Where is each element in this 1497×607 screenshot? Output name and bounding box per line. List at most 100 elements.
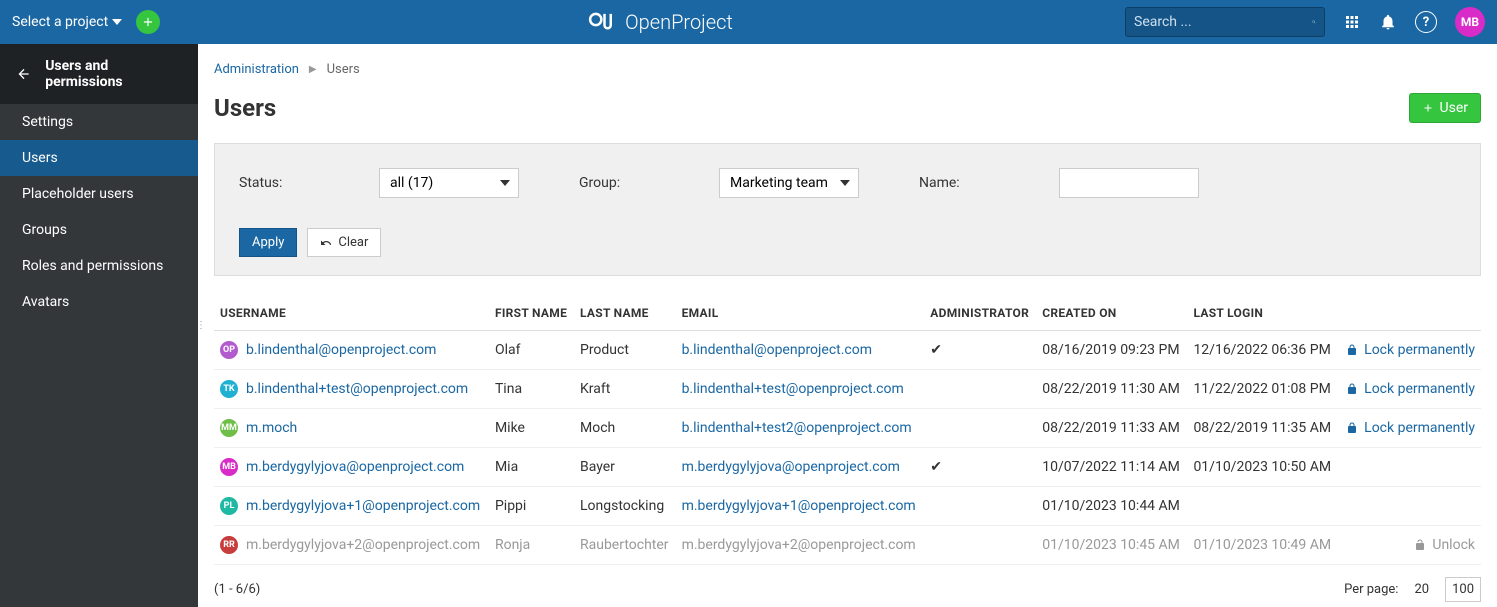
created-cell: 08/22/2019 11:30 AM	[1036, 370, 1187, 409]
col-first-name[interactable]: FIRST NAME	[489, 296, 574, 331]
username-link[interactable]: m.berdygylyjova+2@openproject.com	[246, 537, 480, 553]
sidebar-item-users[interactable]: Users	[0, 140, 198, 176]
sidebar-item-roles-and-permissions[interactable]: Roles and permissions	[0, 248, 198, 284]
logo-icon	[587, 7, 617, 37]
clear-label: Clear	[338, 235, 368, 250]
sidebar-resize-handle[interactable]: ⋮	[198, 306, 204, 346]
col-email[interactable]: EMAIL	[676, 296, 925, 331]
search-icon	[1312, 14, 1316, 30]
per-page-100[interactable]: 100	[1445, 577, 1481, 602]
table-row: RRm.berdygylyjova+2@openproject.comRonja…	[214, 526, 1481, 565]
chevron-down-icon	[112, 19, 122, 25]
lock-action[interactable]: Lock permanently	[1345, 342, 1475, 358]
table-row: MBm.berdygylyjova@openproject.comMiaBaye…	[214, 448, 1481, 487]
name-input[interactable]	[1059, 168, 1199, 198]
last-name-cell: Kraft	[574, 370, 676, 409]
first-name-cell: Tina	[489, 370, 574, 409]
new-user-label: User	[1440, 100, 1468, 116]
search-input[interactable]	[1134, 14, 1312, 30]
last-login-cell: 01/10/2023 10:50 AM	[1187, 448, 1338, 487]
pagination-range: (1 - 6/6)	[214, 582, 260, 597]
col-last-login[interactable]: LAST LOGIN	[1187, 296, 1338, 331]
filter-panel: Status: all (17) Group: Marketing team N…	[214, 143, 1481, 276]
group-select[interactable]: Marketing team	[719, 168, 859, 198]
sidebar-item-settings[interactable]: Settings	[0, 104, 198, 140]
col-admin[interactable]: ADMINISTRATOR	[924, 296, 1036, 331]
username-link[interactable]: m.moch	[246, 420, 297, 436]
search-box[interactable]	[1125, 7, 1325, 37]
bell-icon	[1379, 13, 1397, 31]
plus-icon	[141, 15, 155, 29]
admin-cell	[924, 487, 1036, 526]
username-link[interactable]: m.berdygylyjova@openproject.com	[246, 459, 464, 475]
admin-cell: ✔	[924, 331, 1036, 370]
email-link[interactable]: m.berdygylyjova+1@openproject.com	[682, 498, 916, 514]
lock-action[interactable]: Unlock	[1345, 537, 1475, 553]
main-content: Administration ▶ Users Users User Status…	[198, 44, 1497, 607]
username-link[interactable]: b.lindenthal@openproject.com	[246, 342, 436, 358]
row-avatar: OP	[220, 341, 238, 359]
email-link[interactable]: m.berdygylyjova@openproject.com	[682, 459, 900, 475]
help-button[interactable]: ?	[1415, 11, 1437, 33]
row-avatar: PL	[220, 497, 238, 515]
last-login-cell: 12/16/2022 06:36 PM	[1187, 331, 1338, 370]
plus-icon	[1422, 102, 1434, 114]
email-link[interactable]: m.berdygylyjova+2@openproject.com	[682, 537, 916, 553]
modules-button[interactable]	[1343, 13, 1361, 31]
created-cell: 08/22/2019 11:33 AM	[1036, 409, 1187, 448]
last-name-cell: Moch	[574, 409, 676, 448]
help-icon: ?	[1415, 11, 1437, 33]
lock-action[interactable]: Lock permanently	[1345, 381, 1475, 397]
status-select[interactable]: all (17)	[379, 168, 519, 198]
pagination: (1 - 6/6) Per page: 20 100	[214, 577, 1481, 602]
created-cell: 08/16/2019 09:23 PM	[1036, 331, 1187, 370]
first-name-cell: Olaf	[489, 331, 574, 370]
new-user-button[interactable]: User	[1409, 93, 1481, 123]
email-link[interactable]: b.lindenthal+test@openproject.com	[682, 381, 904, 397]
table-row: MMm.mochMikeMochb.lindenthal+test2@openp…	[214, 409, 1481, 448]
lock-action[interactable]: Lock permanently	[1345, 420, 1475, 436]
per-page-label: Per page:	[1344, 582, 1398, 597]
sidebar-item-placeholder-users[interactable]: Placeholder users	[0, 176, 198, 212]
row-avatar: RR	[220, 536, 238, 554]
first-name-cell: Mia	[489, 448, 574, 487]
last-login-cell: 08/22/2019 11:35 AM	[1187, 409, 1338, 448]
clear-button[interactable]: Clear	[307, 228, 381, 257]
sidebar-item-avatars[interactable]: Avatars	[0, 284, 198, 320]
col-created[interactable]: CREATED ON	[1036, 296, 1187, 331]
table-row: OPb.lindenthal@openproject.comOlafProduc…	[214, 331, 1481, 370]
project-selector[interactable]: Select a project	[12, 14, 122, 30]
breadcrumb-root[interactable]: Administration	[214, 62, 299, 77]
project-selector-label: Select a project	[12, 14, 108, 30]
admin-cell	[924, 409, 1036, 448]
user-avatar[interactable]: MB	[1455, 7, 1485, 37]
email-link[interactable]: b.lindenthal+test2@openproject.com	[682, 420, 912, 436]
per-page-20[interactable]: 20	[1408, 578, 1435, 601]
col-last-name[interactable]: LAST NAME	[574, 296, 676, 331]
sidebar-item-groups[interactable]: Groups	[0, 212, 198, 248]
admin-cell: ✔	[924, 448, 1036, 487]
notifications-button[interactable]	[1379, 13, 1397, 31]
logo: OpenProject	[587, 7, 733, 37]
breadcrumb: Administration ▶ Users	[214, 62, 1481, 77]
admin-cell	[924, 526, 1036, 565]
last-login-cell: 01/10/2023 10:49 AM	[1187, 526, 1338, 565]
last-login-cell: 11/22/2022 01:08 PM	[1187, 370, 1338, 409]
table-row: TKb.lindenthal+test@openproject.comTinaK…	[214, 370, 1481, 409]
name-label: Name:	[919, 175, 1039, 191]
sidebar: Users and permissions SettingsUsersPlace…	[0, 44, 198, 607]
col-username[interactable]: USERNAME	[214, 296, 489, 331]
page-title: Users	[214, 94, 276, 122]
back-arrow-icon[interactable]	[16, 66, 31, 82]
status-label: Status:	[239, 175, 359, 191]
last-name-cell: Bayer	[574, 448, 676, 487]
username-link[interactable]: b.lindenthal+test@openproject.com	[246, 381, 468, 397]
created-cell: 01/10/2023 10:45 AM	[1036, 526, 1187, 565]
apply-button[interactable]: Apply	[239, 228, 297, 257]
username-link[interactable]: m.berdygylyjova+1@openproject.com	[246, 498, 480, 514]
email-link[interactable]: b.lindenthal@openproject.com	[682, 342, 872, 358]
breadcrumb-separator-icon: ▶	[309, 64, 317, 75]
add-button[interactable]	[136, 10, 160, 34]
created-cell: 01/10/2023 10:44 AM	[1036, 487, 1187, 526]
row-avatar: MM	[220, 419, 238, 437]
